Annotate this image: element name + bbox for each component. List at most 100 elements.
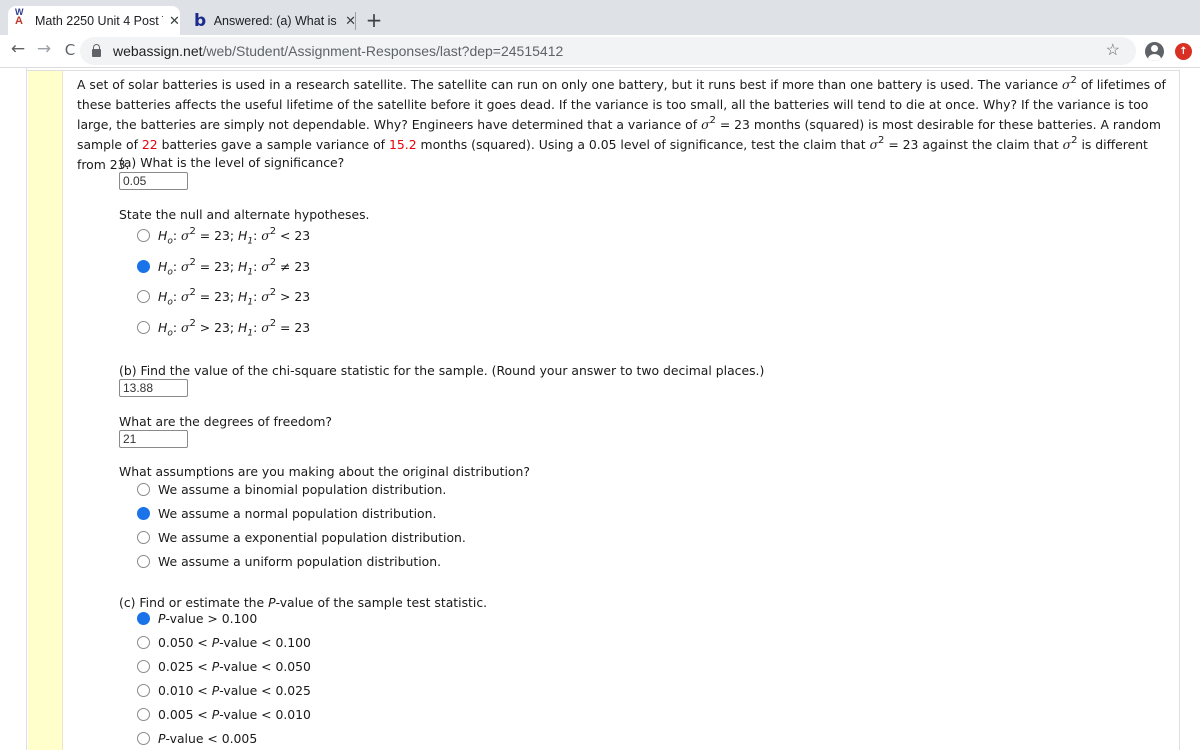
sigma-symbol: σ	[1062, 77, 1071, 92]
relation: >	[280, 289, 291, 304]
lower-bound: 0.005 <	[158, 707, 212, 722]
assumption-label: We assume a exponential population distr…	[158, 530, 466, 545]
hypothesis-option[interactable]: Ho: σ2 = 23; H1: σ2 < 23	[137, 225, 311, 246]
part-c-prompt: (c) Find or estimate the P-value of the …	[119, 595, 487, 610]
radio-button[interactable]	[137, 260, 150, 273]
value: 23;	[214, 320, 235, 335]
address-bar[interactable]: webassign.net/web/Student/Assignment-Res…	[80, 37, 1136, 65]
upper-bound: -value < 0.100	[219, 635, 311, 650]
tab-webassign[interactable]: AW Math 2250 Unit 4 Post Test Re ✕	[8, 6, 180, 35]
p-value-option[interactable]: 0.005 < P-value < 0.010	[137, 707, 311, 722]
relation: =	[199, 259, 211, 274]
sample-variance: 15.2	[388, 137, 417, 152]
assumption-option[interactable]: We assume a normal population distributi…	[137, 506, 436, 521]
radio-button[interactable]	[137, 555, 150, 568]
h-symbol: H	[158, 228, 168, 243]
degrees-of-freedom-input[interactable]: 21	[119, 430, 188, 448]
profile-avatar-icon[interactable]	[1145, 42, 1164, 61]
value: 23	[294, 259, 311, 274]
upper-bound: -value < 0.025	[219, 683, 311, 698]
radio-button[interactable]	[137, 290, 150, 303]
sigma-symbol: σ	[701, 117, 710, 132]
value: 23	[294, 320, 311, 335]
bookmark-star-icon[interactable]: ☆	[1106, 40, 1120, 60]
radio-button[interactable]	[137, 660, 150, 673]
radio-button[interactable]	[137, 483, 150, 496]
radio-button[interactable]	[137, 612, 150, 625]
p-value-option[interactable]: P-value < 0.005	[137, 731, 257, 746]
lock-icon	[92, 44, 101, 57]
close-tab-icon[interactable]: ✕	[169, 13, 180, 29]
new-tab-button[interactable]: +	[364, 8, 384, 32]
bartleby-icon: b	[194, 10, 207, 31]
p-value-option[interactable]: 0.010 < P-value < 0.025	[137, 683, 311, 698]
relation: ≠	[280, 259, 291, 274]
frame-border-top	[26, 70, 1180, 71]
prompt-text: (c) Find or estimate the	[119, 595, 269, 610]
h-symbol: H	[158, 259, 168, 274]
back-button[interactable]: ←	[8, 39, 28, 59]
radio-button[interactable]	[137, 507, 150, 520]
squared: 2	[1071, 134, 1078, 146]
lower-bound: 0.025 <	[158, 659, 212, 674]
hypothesis-option[interactable]: Ho: σ2 = 23; H1: σ2 ≠ 23	[137, 256, 311, 277]
question-number-bar	[28, 71, 63, 750]
radio-button[interactable]	[137, 636, 150, 649]
p-value-option[interactable]: 0.025 < P-value < 0.050	[137, 659, 311, 674]
sigma-symbol: σ	[869, 137, 879, 152]
p-value-label: P-value > 0.100	[158, 611, 257, 626]
colon: :	[172, 320, 178, 335]
browser-toolbar: ← → C webassign.net/web/Student/Assignme…	[0, 35, 1200, 68]
radio-button[interactable]	[137, 708, 150, 721]
radio-button[interactable]	[137, 229, 150, 242]
assumption-option[interactable]: We assume a uniform population distribut…	[137, 554, 441, 569]
update-icon[interactable]: ↑	[1175, 43, 1192, 60]
hypothesis-option[interactable]: Ho: σ2 = 23; H1: σ2 > 23	[137, 286, 310, 307]
squared: 2	[1070, 74, 1077, 86]
upper-bound: -value < 0.005	[165, 731, 258, 746]
chi-square-input[interactable]: 13.88	[119, 379, 188, 397]
value: 23;	[214, 289, 235, 304]
lower-bound: 0.010 <	[158, 683, 212, 698]
significance-level-input[interactable]: 0.05	[119, 172, 188, 190]
squared: 2	[269, 256, 277, 268]
radio-button[interactable]	[137, 321, 150, 334]
hypothesis-option[interactable]: Ho: σ2 > 23; H1: σ2 = 23	[137, 318, 311, 338]
hypothesis-label: Ho: σ2 > 23; H1: σ2 = 23	[158, 318, 311, 338]
part-b-prompt: (b) Find the value of the chi-square sta…	[119, 363, 765, 378]
webassign-icon: AW	[15, 6, 24, 27]
value: 23;	[214, 228, 235, 243]
radio-button[interactable]	[137, 531, 150, 544]
assumption-option[interactable]: We assume a binomial population distribu…	[137, 482, 446, 497]
p-value-label: 0.050 < P-value < 0.100	[158, 635, 311, 650]
assumption-option[interactable]: We assume a exponential population distr…	[137, 530, 466, 545]
squared: 2	[189, 225, 196, 237]
upper-bound: -value > 0.100	[165, 611, 258, 626]
question-text-part: months (squared). Using a 0.05 level of …	[416, 137, 870, 152]
radio-button[interactable]	[137, 732, 150, 745]
hypothesis-label: Ho: σ2 = 23; H1: σ2 < 23	[158, 225, 311, 246]
value: 23	[294, 228, 311, 243]
squared: 2	[269, 286, 277, 298]
h-symbol: H	[238, 320, 248, 335]
h-symbol: H	[158, 289, 168, 304]
hypothesis-label: Ho: σ2 = 23; H1: σ2 > 23	[158, 286, 310, 307]
colon: :	[253, 289, 258, 304]
colon: :	[253, 320, 258, 335]
relation: >	[199, 320, 211, 335]
forward-button[interactable]: →	[34, 39, 54, 59]
tab-strip: AW Math 2250 Unit 4 Post Test Re ✕ b Ans…	[0, 0, 1200, 35]
h-symbol: H	[158, 320, 168, 335]
tab-bartleby[interactable]: b Answered: (a) What is the level ✕	[186, 6, 356, 35]
reload-button[interactable]: C	[60, 41, 80, 59]
frame-border-left	[26, 68, 27, 750]
colon: :	[172, 259, 178, 274]
colon: :	[253, 228, 258, 243]
squared: 2	[189, 256, 196, 268]
value: 23;	[214, 259, 235, 274]
df-prompt: What are the degrees of freedom?	[119, 414, 332, 429]
p-value-option[interactable]: 0.050 < P-value < 0.100	[137, 635, 311, 650]
p-value-option[interactable]: P-value > 0.100	[137, 611, 257, 626]
p-value-label: 0.025 < P-value < 0.050	[158, 659, 311, 674]
radio-button[interactable]	[137, 684, 150, 697]
